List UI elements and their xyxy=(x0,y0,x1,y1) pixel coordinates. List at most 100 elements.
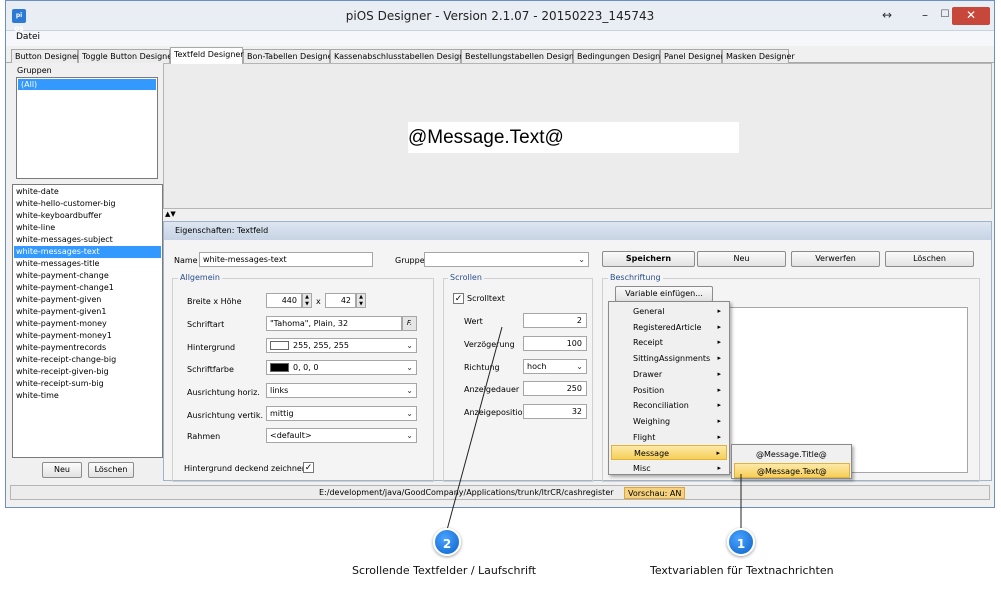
list-item[interactable]: white-keyboardbuffer xyxy=(14,210,161,222)
list-item[interactable]: white-payment-money xyxy=(14,318,161,330)
menu-bar: Datei xyxy=(6,31,994,46)
duration-input[interactable]: 250 xyxy=(523,381,587,396)
title-bar[interactable]: pi OS piOS Designer - Version 2.1.07 - 2… xyxy=(6,1,994,33)
scrolltext-checkbox[interactable]: ✓ xyxy=(453,293,464,304)
menu-item[interactable]: Weighing ▸ xyxy=(611,414,727,429)
window-title: piOS Designer - Version 2.1.07 - 2015022… xyxy=(345,9,655,23)
tab-mask-designer[interactable]: Masken Designer xyxy=(722,49,795,63)
menu-item[interactable]: General ▸ xyxy=(611,304,727,319)
border-label: Rahmen xyxy=(187,432,221,441)
list-item[interactable]: white-line xyxy=(14,222,161,234)
valign-select[interactable]: mittig ⌄ xyxy=(266,406,417,421)
name-input[interactable]: white-messages-text xyxy=(199,252,373,267)
preview-textfield[interactable]: @Message.Text@ xyxy=(408,122,739,153)
menu-item[interactable]: Message ▸ xyxy=(611,445,727,461)
close-button[interactable]: ✕ xyxy=(952,7,990,25)
border-select[interactable]: <default> ⌄ xyxy=(266,428,417,443)
list-item[interactable]: white-receipt-given-big xyxy=(14,366,161,378)
menu-item[interactable]: Flight ▸ xyxy=(611,430,727,445)
direction-value: hoch xyxy=(527,362,547,371)
chevron-down-icon: ⌄ xyxy=(406,386,413,395)
submenu-item-message-text[interactable]: @Message.Text@ xyxy=(734,463,850,478)
callout-2-badge: 2 xyxy=(433,528,461,556)
value-input[interactable]: 2 xyxy=(523,313,587,328)
minimize-button[interactable]: – xyxy=(914,7,936,25)
resize-icon[interactable]: ↔ xyxy=(878,7,896,25)
chevron-right-icon: ▸ xyxy=(717,432,721,441)
height-spinner[interactable]: 42 xyxy=(325,293,356,308)
tab-button-designer[interactable]: Button Designer xyxy=(11,49,80,63)
general-groupbox xyxy=(172,278,434,482)
groups-list[interactable]: (All) xyxy=(16,77,158,179)
position-input[interactable]: 32 xyxy=(523,404,587,419)
properties-title: Eigenschaften: Textfeld xyxy=(175,226,269,235)
submenu-item-message-title[interactable]: @Message.Title@ xyxy=(734,447,850,462)
list-item[interactable]: white-paymentrecords xyxy=(14,342,161,354)
status-bar: E:/development/java/GoodCompany/Applicat… xyxy=(10,485,990,500)
menu-item[interactable]: Misc ▸ xyxy=(611,461,727,476)
tab-receipt-table-designer[interactable]: Bon-Tabellen Designer xyxy=(243,49,336,63)
save-button[interactable]: Speichern xyxy=(602,251,695,267)
insert-variable-button[interactable]: Variable einfügen... xyxy=(615,286,713,302)
new-field-button[interactable]: Neu xyxy=(42,462,82,478)
width-spinner[interactable]: 440 xyxy=(266,293,302,308)
opaque-checkbox[interactable]: ✓ xyxy=(303,462,314,473)
chevron-down-icon: ⌄ xyxy=(406,341,413,350)
menu-item[interactable]: Drawer ▸ xyxy=(611,367,727,382)
font-color-select[interactable]: 0, 0, 0 ⌄ xyxy=(266,360,417,375)
list-item[interactable]: white-receipt-change-big xyxy=(14,354,161,366)
collapse-splitter-icon[interactable]: ▲▼ xyxy=(165,210,176,218)
list-item[interactable]: white-messages-text xyxy=(14,246,161,258)
direction-label: Richtung xyxy=(464,363,500,372)
list-item[interactable]: white-payment-change xyxy=(14,270,161,282)
direction-select[interactable]: hoch ⌄ xyxy=(523,359,587,374)
width-spinner-arrows-icon[interactable]: ▲ ▼ xyxy=(302,293,312,308)
font-picker-icon[interactable]: F. xyxy=(402,316,417,331)
list-item[interactable]: white-receipt-sum-big xyxy=(14,378,161,390)
height-spinner-arrows-icon[interactable]: ▲ ▼ xyxy=(356,293,366,308)
discard-button[interactable]: Verwerfen xyxy=(791,251,880,267)
opaque-label: Hintergrund deckend zeichnen xyxy=(184,464,307,473)
message-submenu: @Message.Title@ @Message.Text@ xyxy=(731,444,852,479)
background-color-select[interactable]: 255, 255, 255 ⌄ xyxy=(266,338,417,353)
list-item[interactable]: white-payment-given xyxy=(14,294,161,306)
menu-item[interactable]: Position ▸ xyxy=(611,383,727,398)
halign-select[interactable]: links ⌄ xyxy=(266,383,417,398)
delay-input[interactable]: 100 xyxy=(523,336,587,351)
menu-file[interactable]: Datei xyxy=(16,32,40,42)
tab-closing-table-designer[interactable]: Kassenabschlusstabellen Designer xyxy=(330,49,472,63)
list-item[interactable]: white-date xyxy=(14,186,161,198)
position-label: Anzeigeposition xyxy=(464,408,528,417)
list-item[interactable]: white-time xyxy=(14,390,161,402)
group-select[interactable]: ⌄ xyxy=(424,252,589,267)
delete-button[interactable]: Löschen xyxy=(885,251,974,267)
chevron-right-icon: ▸ xyxy=(717,369,721,378)
list-item[interactable]: white-messages-title xyxy=(14,258,161,270)
menu-item[interactable]: RegisteredArticle ▸ xyxy=(611,320,727,335)
valign-value: mittig xyxy=(270,409,294,418)
tab-conditions-designer[interactable]: Bedingungen Designer xyxy=(573,49,668,63)
list-item[interactable]: white-messages-subject xyxy=(14,234,161,246)
menu-item[interactable]: SittingAssignments ▸ xyxy=(611,351,727,366)
tab-textfield-designer[interactable]: Textfeld Designer xyxy=(170,47,244,64)
list-item[interactable]: white-payment-given1 xyxy=(14,306,161,318)
menu-item[interactable]: Receipt ▸ xyxy=(611,335,727,350)
list-item[interactable]: white-payment-change1 xyxy=(14,282,161,294)
tab-panel-designer[interactable]: Panel Designer xyxy=(660,49,724,63)
group-item-all[interactable]: (All) xyxy=(18,79,156,90)
list-item[interactable]: white-hello-customer-big xyxy=(14,198,161,210)
delete-field-button[interactable]: Löschen xyxy=(88,462,134,478)
duration-label: Anzeigedauer xyxy=(464,385,520,394)
chevron-right-icon: ▸ xyxy=(716,449,720,458)
valign-label: Ausrichtung vertik. xyxy=(187,411,264,420)
textfield-list[interactable]: white-date white-hello-customer-big white-… xyxy=(12,184,163,458)
menu-item-label: Position xyxy=(633,385,665,395)
new-button[interactable]: Neu xyxy=(697,251,786,267)
preview-area[interactable]: @Message.Text@ xyxy=(163,63,992,209)
list-item[interactable]: white-payment-money1 xyxy=(14,330,161,342)
tab-toggle-button-designer[interactable]: Toggle Button Designer xyxy=(78,49,175,63)
tab-order-table-designer[interactable]: Bestellungstabellen Designer xyxy=(461,49,582,63)
font-field[interactable]: "Tahoma", Plain, 32 xyxy=(266,316,402,331)
callout-2-caption: Scrollende Textfelder / Laufschrift xyxy=(352,564,537,577)
menu-item[interactable]: Reconciliation ▸ xyxy=(611,398,727,413)
